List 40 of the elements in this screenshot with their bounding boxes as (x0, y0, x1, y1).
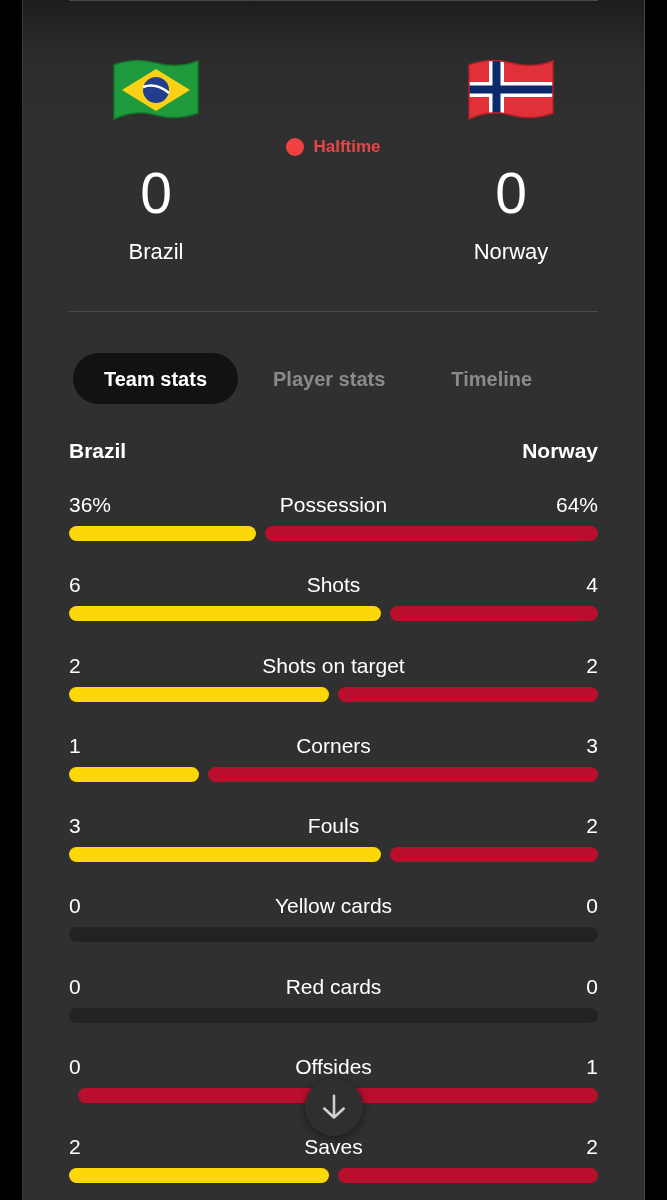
home-stat-value: 2 (69, 654, 82, 677)
away-stat-value: 0 (585, 895, 598, 918)
away-stat-value: 2 (585, 815, 598, 837)
stat-label: Red cards (285, 975, 382, 998)
stats-tab[interactable]: Player stats (242, 353, 417, 404)
stat-label: Saves (304, 1136, 363, 1158)
team-name: Norway (473, 238, 549, 266)
away-stat-value: 2 (585, 1136, 598, 1158)
home-stat-value: 0 (69, 1055, 82, 1078)
away-stat-value: 2 (585, 654, 598, 677)
stat-label: Shots (306, 574, 361, 597)
stat-label: Yellow cards (274, 895, 393, 918)
home-stat-value: 0 (69, 975, 82, 998)
team-score: 0 (495, 162, 527, 224)
stat-label: Shots on target (262, 654, 405, 677)
stat-label: Corners (296, 734, 371, 757)
away-stat-value: 4 (585, 574, 598, 597)
home-team-label: Brazil (69, 438, 127, 464)
home-stat-value: 2 (69, 1136, 82, 1158)
team-name: Brazil (128, 238, 184, 266)
home-stat-value: 0 (69, 895, 82, 918)
home-stat-value: 6 (69, 574, 82, 597)
home-stat-value: 36% (69, 494, 113, 516)
scroll-down-button[interactable] (304, 1078, 363, 1136)
away-stat-value: 1 (585, 1055, 598, 1078)
away-stat-value: 64% (554, 494, 598, 516)
stat-label: Offsides (295, 1055, 372, 1078)
stats-tab[interactable]: Timeline (420, 353, 564, 404)
match-status: Halftime (313, 136, 381, 158)
team-score: 0 (140, 162, 172, 224)
home-stat-value: 3 (69, 815, 82, 837)
away-stat-value: 3 (585, 734, 598, 757)
stat-label: Possession (279, 494, 388, 516)
status-dot-icon (286, 138, 305, 156)
home-stat-value: 1 (69, 734, 82, 757)
away-team-label: Norway (522, 438, 598, 464)
arrow-down-icon (321, 1094, 346, 1120)
stats-tab[interactable]: Team stats (73, 353, 238, 404)
stat-label: Fouls (307, 815, 360, 837)
away-stat-value: 0 (585, 975, 598, 998)
